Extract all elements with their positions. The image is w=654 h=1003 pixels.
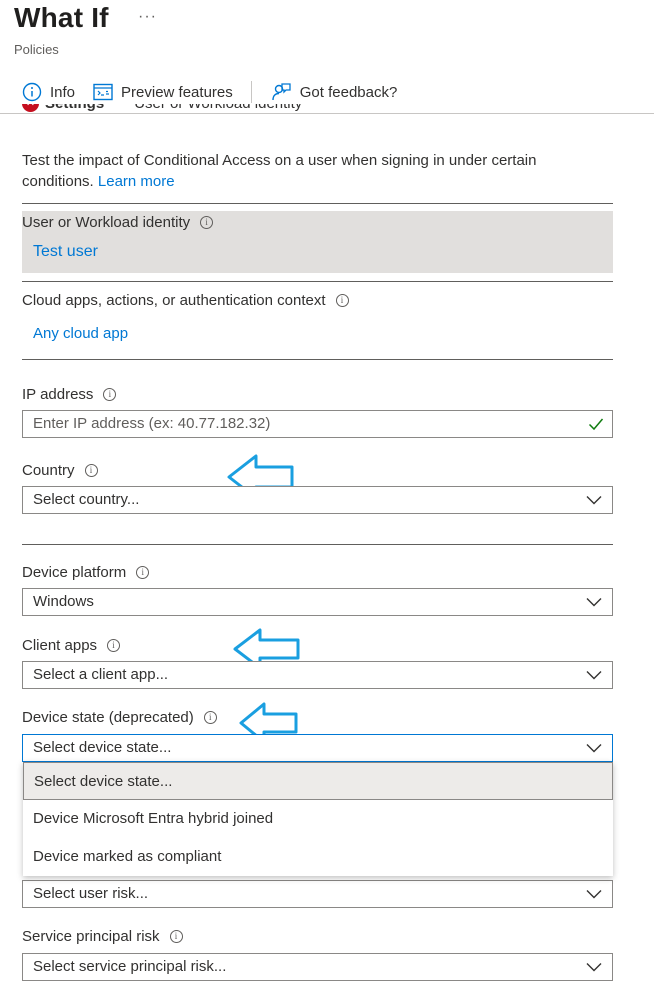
section-divider bbox=[22, 203, 613, 204]
preview-features-icon bbox=[93, 83, 113, 101]
page-subtitle: Policies bbox=[14, 42, 59, 57]
device-platform-label: Device platform i bbox=[22, 564, 150, 581]
client-apps-label-text: Client apps bbox=[22, 637, 98, 654]
device-state-label: Device state (deprecated) i bbox=[22, 709, 217, 726]
identity-label-text: User or Workload identity bbox=[22, 214, 191, 231]
chevron-down-icon bbox=[586, 496, 602, 505]
info-icon[interactable]: i bbox=[103, 388, 117, 401]
client-apps-label: Client apps i bbox=[22, 637, 121, 654]
info-icon[interactable]: i bbox=[335, 294, 349, 307]
chevron-down-icon bbox=[586, 963, 602, 972]
service-principal-risk-dropdown[interactable]: Select service principal risk... bbox=[22, 953, 613, 981]
device-state-dropdown[interactable]: Select device state... bbox=[22, 734, 613, 762]
section-divider bbox=[22, 544, 613, 545]
toolbar-divider bbox=[250, 81, 252, 103]
identity-value-link[interactable]: Test user bbox=[33, 243, 98, 261]
preview-features-label: Preview features bbox=[121, 83, 233, 101]
tab-settings[interactable]: Settings bbox=[45, 104, 104, 112]
info-icon[interactable]: i bbox=[200, 216, 214, 229]
device-platform-label-text: Device platform bbox=[22, 564, 127, 581]
info-icon[interactable]: i bbox=[136, 566, 150, 579]
country-label: Country i bbox=[22, 462, 98, 479]
tab-divider bbox=[0, 113, 654, 114]
device-platform-dropdown[interactable]: Windows bbox=[22, 588, 613, 616]
checkmark-icon bbox=[588, 418, 604, 431]
tab-strip: ✕ Settings User or Workload identity bbox=[22, 104, 422, 118]
user-risk-selected-value: Select user risk... bbox=[33, 885, 149, 902]
info-icon[interactable]: i bbox=[203, 711, 217, 724]
page-title: What If bbox=[14, 2, 109, 33]
info-icon[interactable]: i bbox=[169, 930, 183, 943]
description: Test the impact of Conditional Access on… bbox=[22, 150, 582, 192]
client-apps-dropdown[interactable]: Select a client app... bbox=[22, 661, 613, 689]
country-dropdown[interactable]: Select country... bbox=[22, 486, 613, 514]
dropdown-option[interactable]: Device Microsoft Entra hybrid joined bbox=[23, 800, 613, 838]
device-state-options-list: Select device state... Device Microsoft … bbox=[23, 762, 613, 876]
ip-address-input[interactable]: Enter IP address (ex: 40.77.182.32) bbox=[22, 410, 613, 438]
more-options-icon[interactable]: ··· bbox=[138, 8, 157, 26]
cloud-apps-value-link[interactable]: Any cloud app bbox=[33, 325, 128, 342]
cloud-apps-label: Cloud apps, actions, or authentication c… bbox=[22, 292, 349, 309]
device-state-label-text: Device state (deprecated) bbox=[22, 709, 194, 726]
tab-user-workload-identity[interactable]: User or Workload identity bbox=[134, 104, 302, 112]
preview-features-button[interactable]: Preview features bbox=[93, 83, 233, 101]
info-button[interactable]: Info bbox=[22, 82, 75, 102]
service-principal-risk-label-text: Service principal risk bbox=[22, 928, 160, 945]
section-divider bbox=[22, 359, 613, 360]
info-icon bbox=[22, 82, 42, 102]
info-icon[interactable]: i bbox=[107, 639, 121, 652]
info-button-label: Info bbox=[50, 83, 76, 101]
country-label-text: Country bbox=[22, 462, 75, 479]
identity-label: User or Workload identity i bbox=[22, 214, 214, 231]
chevron-down-icon bbox=[586, 744, 602, 753]
ip-address-label-text: IP address bbox=[22, 386, 94, 403]
client-apps-selected-value: Select a client app... bbox=[33, 666, 169, 683]
info-icon[interactable]: i bbox=[84, 464, 98, 477]
learn-more-link[interactable]: Learn more bbox=[98, 173, 175, 190]
command-bar: Info Preview features Got feedback? bbox=[22, 78, 415, 106]
device-platform-selected-value: Windows bbox=[33, 593, 94, 610]
dropdown-option[interactable]: Select device state... bbox=[23, 762, 613, 800]
error-icon: ✕ bbox=[22, 104, 39, 112]
service-principal-risk-selected-value: Select service principal risk... bbox=[33, 958, 227, 975]
country-selected-value: Select country... bbox=[33, 491, 140, 508]
chevron-down-icon bbox=[586, 890, 602, 899]
ip-address-placeholder: Enter IP address (ex: 40.77.182.32) bbox=[33, 415, 271, 432]
dropdown-option[interactable]: Device marked as compliant bbox=[23, 838, 613, 876]
feedback-button[interactable]: Got feedback? bbox=[270, 81, 398, 103]
service-principal-risk-label: Service principal risk i bbox=[22, 928, 183, 945]
feedback-button-label: Got feedback? bbox=[299, 83, 398, 101]
cloud-apps-label-text: Cloud apps, actions, or authentication c… bbox=[22, 292, 326, 309]
feedback-icon bbox=[272, 83, 291, 101]
chevron-down-icon bbox=[586, 598, 602, 607]
chevron-down-icon bbox=[586, 671, 602, 680]
ip-address-label: IP address i bbox=[22, 386, 117, 403]
device-state-selected-value: Select device state... bbox=[33, 739, 172, 756]
section-divider bbox=[22, 281, 613, 282]
user-risk-dropdown[interactable]: Select user risk... bbox=[22, 880, 613, 908]
